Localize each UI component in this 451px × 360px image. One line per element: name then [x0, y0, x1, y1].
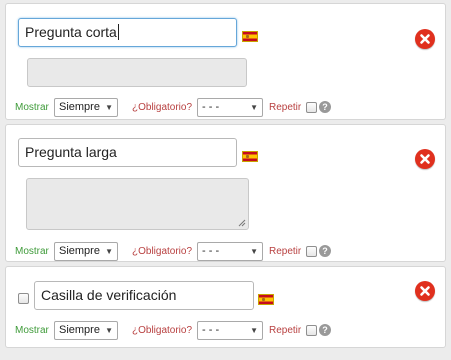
- chevron-down-icon: ▼: [250, 103, 258, 112]
- show-select-value: Siempre: [59, 245, 100, 257]
- text-caret: [117, 24, 119, 40]
- chevron-down-icon: ▼: [105, 103, 113, 112]
- required-select-value: - - -: [202, 101, 220, 113]
- question-title-input[interactable]: Casilla de verificación: [34, 281, 254, 310]
- help-icon[interactable]: ?: [319, 324, 331, 336]
- show-select-value: Siempre: [59, 324, 100, 336]
- answer-preview-textarea: [26, 178, 249, 230]
- repeat-label: Repetir: [269, 102, 302, 113]
- chevron-down-icon: ▼: [105, 326, 113, 335]
- question-options-row: Mostrar Siempre ▼ ¿Obligatorio? - - - ▼ …: [6, 321, 445, 341]
- show-label: Mostrar: [15, 102, 49, 113]
- chevron-down-icon: ▼: [105, 247, 113, 256]
- repeat-checkbox[interactable]: [306, 325, 317, 336]
- question-card: Pregunta corta Mostrar Siempre ▼ ¿Obliga…: [5, 3, 446, 120]
- show-label: Mostrar: [15, 325, 49, 336]
- repeat-checkbox[interactable]: [306, 246, 317, 257]
- repeat-label: Repetir: [269, 246, 302, 257]
- question-card: Casilla de verificación Mostrar Siempre …: [5, 266, 446, 348]
- spain-flag-icon[interactable]: [258, 294, 274, 305]
- answer-preview-field: [27, 58, 247, 87]
- question-title-text: Pregunta corta: [25, 24, 117, 40]
- chevron-down-icon: ▼: [250, 247, 258, 256]
- delete-icon[interactable]: [415, 29, 435, 49]
- delete-icon[interactable]: [415, 149, 435, 169]
- help-icon[interactable]: ?: [319, 245, 331, 257]
- show-select[interactable]: Siempre ▼: [54, 98, 118, 117]
- chevron-down-icon: ▼: [250, 326, 258, 335]
- question-title-text: Pregunta larga: [25, 144, 117, 160]
- checkbox-preview[interactable]: [18, 293, 29, 304]
- question-title-input[interactable]: Pregunta larga: [18, 138, 237, 167]
- show-select[interactable]: Siempre ▼: [54, 321, 118, 340]
- show-select-value: Siempre: [59, 101, 100, 113]
- required-select[interactable]: - - - ▼: [197, 321, 263, 340]
- repeat-checkbox[interactable]: [306, 102, 317, 113]
- required-label: ¿Obligatorio?: [132, 102, 193, 113]
- show-label: Mostrar: [15, 246, 49, 257]
- help-icon[interactable]: ?: [319, 101, 331, 113]
- repeat-label: Repetir: [269, 325, 302, 336]
- spain-flag-icon[interactable]: [242, 151, 258, 162]
- required-label: ¿Obligatorio?: [132, 246, 193, 257]
- question-card: Pregunta larga Mostrar Siempre ▼ ¿Obliga…: [5, 124, 446, 262]
- required-label: ¿Obligatorio?: [132, 325, 193, 336]
- question-options-row: Mostrar Siempre ▼ ¿Obligatorio? - - - ▼ …: [6, 242, 445, 262]
- resize-handle-icon: [238, 219, 246, 227]
- question-title-text: Casilla de verificación: [41, 287, 177, 303]
- required-select-value: - - -: [202, 245, 220, 257]
- required-select[interactable]: - - - ▼: [197, 242, 263, 261]
- spain-flag-icon[interactable]: [242, 31, 258, 42]
- required-select[interactable]: - - - ▼: [197, 98, 263, 117]
- delete-icon[interactable]: [415, 281, 435, 301]
- question-title-input[interactable]: Pregunta corta: [18, 18, 237, 47]
- required-select-value: - - -: [202, 324, 220, 336]
- question-options-row: Mostrar Siempre ▼ ¿Obligatorio? - - - ▼ …: [6, 98, 445, 118]
- show-select[interactable]: Siempre ▼: [54, 242, 118, 261]
